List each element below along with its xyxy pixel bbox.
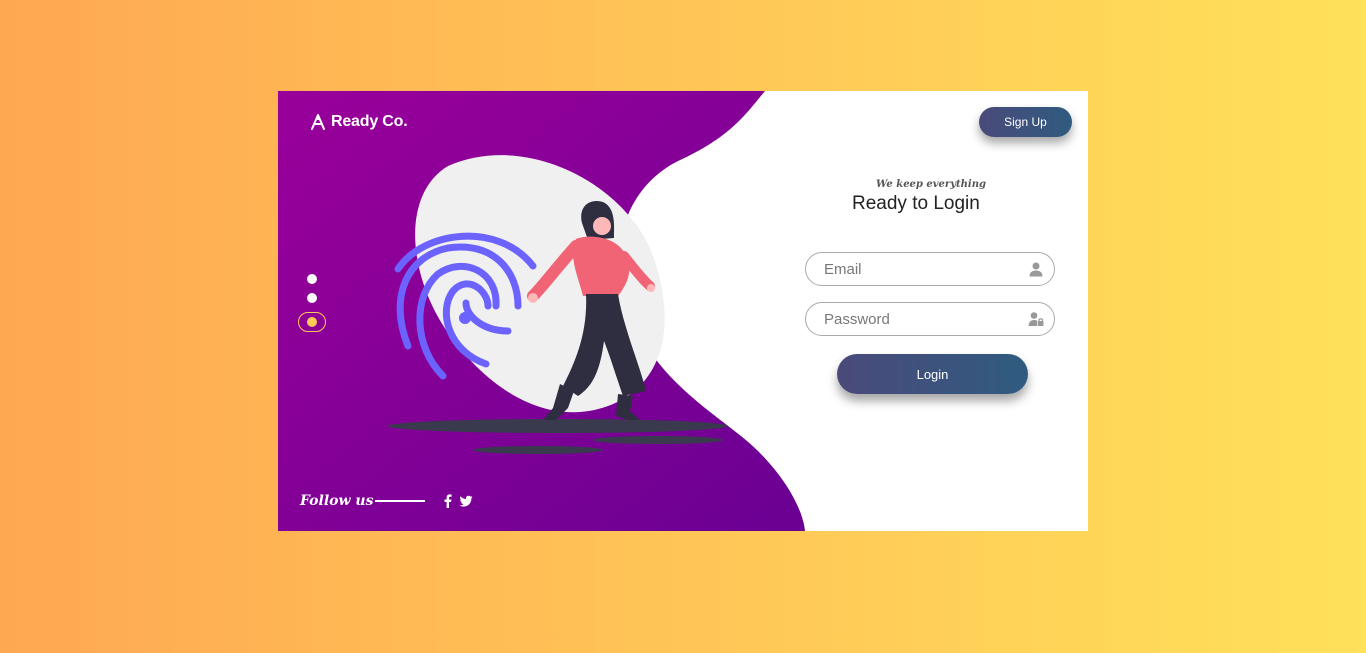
email-field[interactable]: [805, 252, 1055, 286]
login-tagline: We keep everything: [876, 179, 986, 190]
twitter-icon[interactable]: [459, 494, 473, 508]
facebook-icon[interactable]: [441, 494, 455, 508]
user-lock-icon: [1028, 312, 1044, 326]
fingerprint-illustration: [388, 155, 728, 454]
signup-button[interactable]: Sign Up: [979, 107, 1072, 137]
slide-dot-3-active[interactable]: [298, 312, 326, 332]
follow-us: Follow us: [300, 493, 473, 509]
slide-indicators: [297, 274, 327, 332]
slide-dot-1[interactable]: [307, 274, 317, 284]
brand-name: Ready Co.: [331, 113, 408, 130]
login-button[interactable]: Login: [837, 354, 1028, 394]
login-title: Ready to Login: [852, 193, 980, 214]
social-links: [441, 494, 473, 508]
user-icon: [1029, 262, 1043, 277]
email-input[interactable]: [822, 259, 1028, 279]
follow-label: Follow us: [300, 493, 374, 509]
follow-divider: [375, 500, 426, 502]
password-field[interactable]: [805, 302, 1055, 336]
logo-icon: [311, 114, 325, 130]
login-card: Ready Co. Follow us Sign Up We keep ever…: [278, 91, 1088, 531]
brand[interactable]: Ready Co.: [309, 113, 408, 131]
slide-dot-2[interactable]: [307, 293, 317, 303]
password-input[interactable]: [822, 309, 1028, 329]
